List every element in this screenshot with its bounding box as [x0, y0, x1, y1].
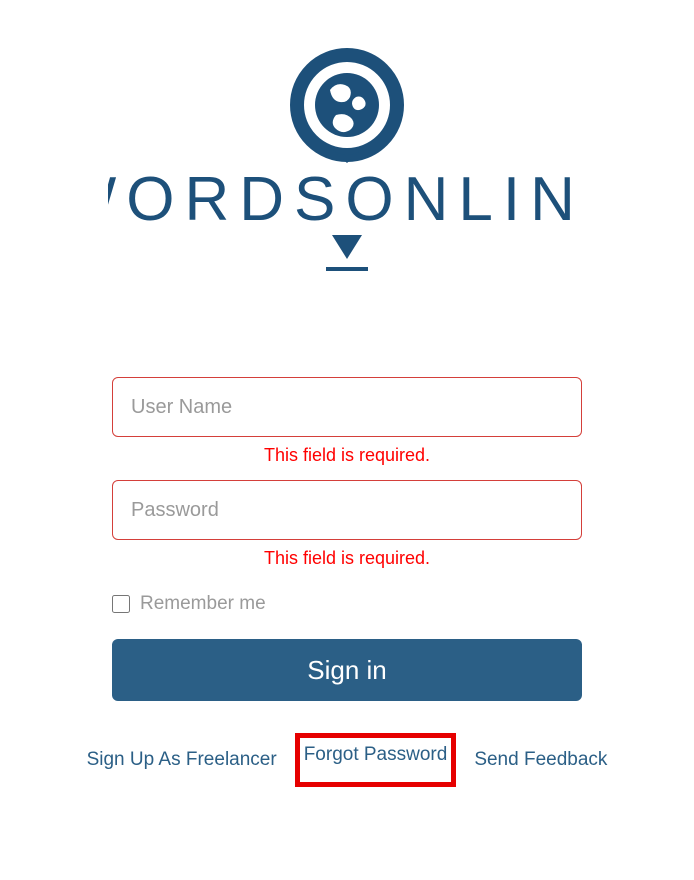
wordsonline-logo-icon: WORDSONLINE [108, 45, 586, 277]
remember-checkbox[interactable] [112, 595, 130, 613]
username-input[interactable] [112, 377, 582, 437]
remember-row: Remember me [112, 593, 582, 615]
forgot-highlight: Forgot Password [295, 733, 457, 787]
signin-button[interactable]: Sign in [112, 639, 582, 701]
username-group: This field is required. [112, 377, 582, 466]
signup-link[interactable]: Sign Up As Freelancer [87, 749, 277, 771]
forgot-password-link[interactable]: Forgot Password [304, 744, 448, 765]
svg-text:WORDSONLINE: WORDSONLINE [108, 165, 586, 234]
footer-links: Sign Up As Freelancer Forgot Password Se… [77, 733, 617, 787]
logo: WORDSONLINE [108, 45, 586, 277]
password-input[interactable] [112, 480, 582, 540]
username-error: This field is required. [112, 445, 582, 466]
password-group: This field is required. [112, 480, 582, 569]
remember-label: Remember me [140, 593, 266, 615]
login-form: This field is required. This field is re… [112, 377, 582, 701]
feedback-link[interactable]: Send Feedback [474, 749, 607, 771]
password-error: This field is required. [112, 548, 582, 569]
